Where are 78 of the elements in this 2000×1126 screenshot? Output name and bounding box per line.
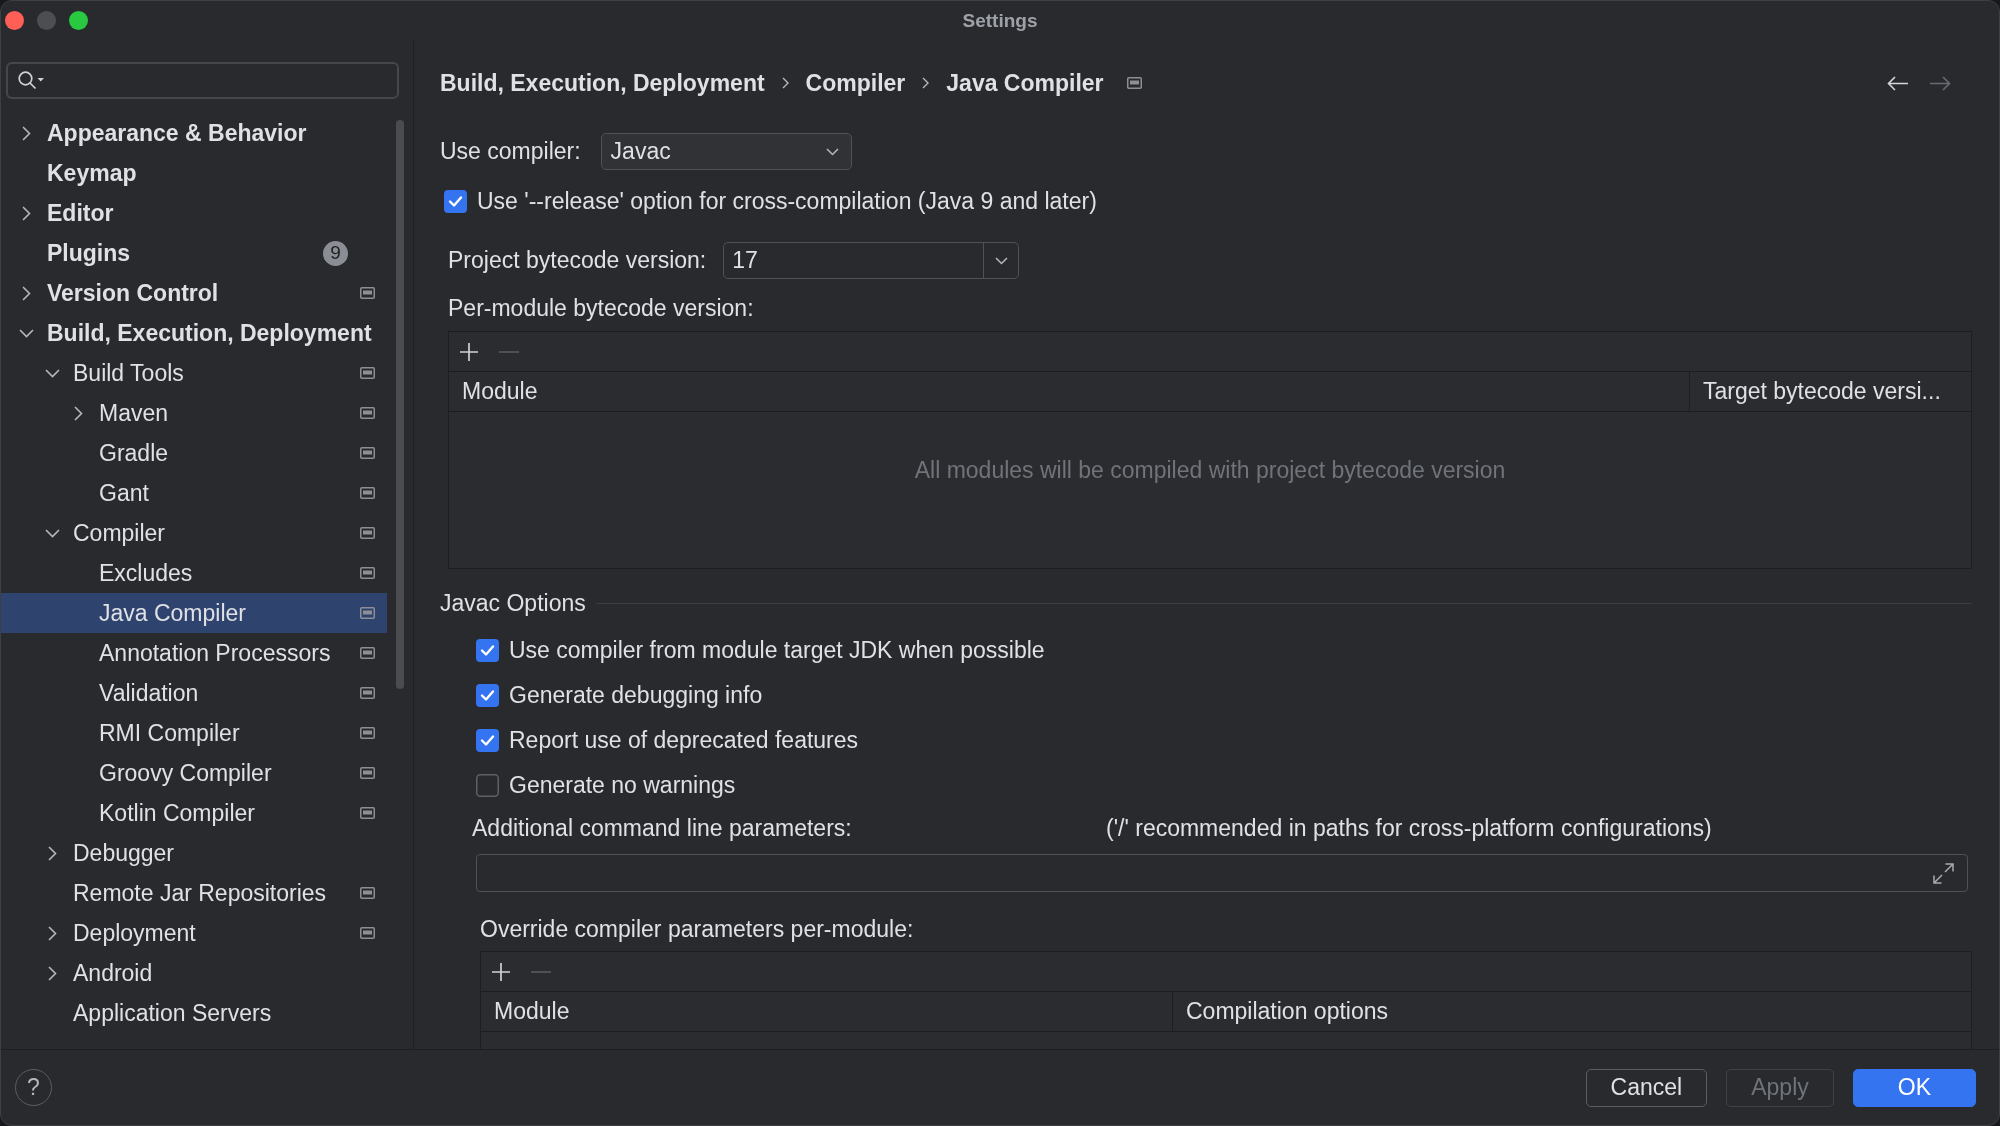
breadcrumb-item[interactable]: Java Compiler xyxy=(946,69,1104,97)
tree-item[interactable]: Excludes xyxy=(1,553,387,593)
checkbox[interactable] xyxy=(476,638,499,662)
checkbox-label[interactable]: Generate no warnings xyxy=(509,771,736,799)
compiler-dropdown[interactable]: Javac xyxy=(600,133,852,170)
tree-item[interactable]: Deployment xyxy=(1,913,387,953)
breadcrumb-item[interactable]: Build, Execution, Deployment xyxy=(440,69,765,97)
checkbox[interactable] xyxy=(476,683,499,707)
tree-item[interactable]: Application Servers xyxy=(1,993,387,1033)
column-header[interactable]: Target bytecode versi... xyxy=(1689,372,1971,411)
field-label: Project bytecode version: xyxy=(448,247,707,274)
column-header[interactable]: Module xyxy=(449,372,1689,411)
checkbox-label[interactable]: Use '--release' option for cross-compilation (Java 9 and later) xyxy=(477,187,1097,215)
count-badge: 9 xyxy=(323,240,348,266)
section-title: Javac Options xyxy=(440,589,586,617)
window-title: Settings xyxy=(962,9,1038,32)
chevron-right-icon[interactable] xyxy=(47,845,57,861)
tree-item[interactable]: Keymap xyxy=(1,153,387,193)
tree-item[interactable]: Version Control xyxy=(1,273,387,313)
primary-button[interactable]: OK xyxy=(1852,1068,1976,1107)
tree-item[interactable]: Maven xyxy=(1,393,387,433)
search-field[interactable] xyxy=(6,62,399,99)
checkbox-label[interactable]: Report use of deprecated features xyxy=(509,726,859,754)
search-icon xyxy=(18,71,44,90)
chevron-down-icon[interactable] xyxy=(44,368,60,378)
tree-item[interactable]: Kotlin Compiler xyxy=(1,793,387,833)
breadcrumb-item[interactable]: Compiler xyxy=(805,69,906,97)
expand-icon[interactable] xyxy=(1933,862,1954,884)
chevron-down-icon[interactable] xyxy=(994,256,1008,265)
bytecode-version-field[interactable]: 17 xyxy=(723,242,1020,279)
field-label: Use compiler: xyxy=(440,138,581,165)
field-label: Additional command line parameters: xyxy=(472,815,853,842)
hint-text: ('/' recommended in paths for cross-platform configurations) xyxy=(1106,815,1713,842)
tree-item[interactable]: Compiler xyxy=(1,513,387,553)
maximize-icon[interactable] xyxy=(69,11,88,30)
chevron-down-icon[interactable] xyxy=(18,328,34,338)
empty-table-message: All modules will be compiled with project bytecode version xyxy=(914,457,1506,484)
arrow-left-icon[interactable] xyxy=(1887,75,1909,91)
scrollbar-thumb[interactable] xyxy=(396,120,404,689)
chevron-right-icon[interactable] xyxy=(73,405,83,421)
tree-item[interactable]: Editor xyxy=(1,193,387,233)
tree-item[interactable]: Gradle xyxy=(1,433,387,473)
chevron-right-icon[interactable] xyxy=(21,205,31,221)
checkbox-label[interactable]: Generate debugging info xyxy=(509,681,763,709)
tree-item[interactable]: Plugins 9 xyxy=(1,233,387,273)
field-label: Per-module bytecode version: xyxy=(448,294,754,322)
tree-item[interactable]: Debugger xyxy=(1,833,387,873)
chevron-right-icon[interactable] xyxy=(21,285,31,301)
chevron-down-icon[interactable] xyxy=(44,528,60,538)
plus-icon[interactable] xyxy=(459,341,479,362)
tree-item[interactable]: Gant xyxy=(1,473,387,513)
tree-item[interactable]: Build Tools xyxy=(1,353,387,393)
tree-item[interactable]: Build, Execution, Deployment xyxy=(1,313,387,353)
close-icon[interactable] xyxy=(5,11,24,30)
chevron-down-icon[interactable] xyxy=(825,147,839,156)
tree-item[interactable]: Groovy Compiler xyxy=(1,753,387,793)
checkbox-label[interactable]: Use compiler from module target JDK when possible xyxy=(509,636,1045,664)
field-label: Override compiler parameters per-module: xyxy=(480,915,914,943)
tree-item[interactable]: Android xyxy=(1,953,387,993)
dialog-button[interactable]: Cancel xyxy=(1585,1068,1708,1107)
column-header[interactable]: Module xyxy=(481,992,1172,1031)
chevron-right-icon xyxy=(781,77,789,89)
chevron-right-icon xyxy=(922,77,930,89)
input-field[interactable] xyxy=(476,854,1968,892)
checkbox[interactable] xyxy=(476,773,499,797)
chevron-right-icon[interactable] xyxy=(47,965,57,981)
tree-item[interactable]: Appearance & Behavior xyxy=(1,113,387,153)
chevron-right-icon[interactable] xyxy=(21,125,31,141)
checkbox[interactable] xyxy=(476,728,499,752)
tree-item[interactable]: Validation xyxy=(1,673,387,713)
checkbox[interactable] xyxy=(444,189,467,213)
tree-item[interactable]: RMI Compiler xyxy=(1,713,387,753)
plus-icon[interactable] xyxy=(491,961,511,982)
chevron-right-icon[interactable] xyxy=(47,925,57,941)
tree-item[interactable]: Remote Jar Repositories xyxy=(1,873,387,913)
tree-item[interactable]: Annotation Processors xyxy=(1,633,387,673)
tree-item[interactable]: Java Compiler xyxy=(1,593,387,633)
column-header[interactable]: Compilation options xyxy=(1172,992,1971,1031)
